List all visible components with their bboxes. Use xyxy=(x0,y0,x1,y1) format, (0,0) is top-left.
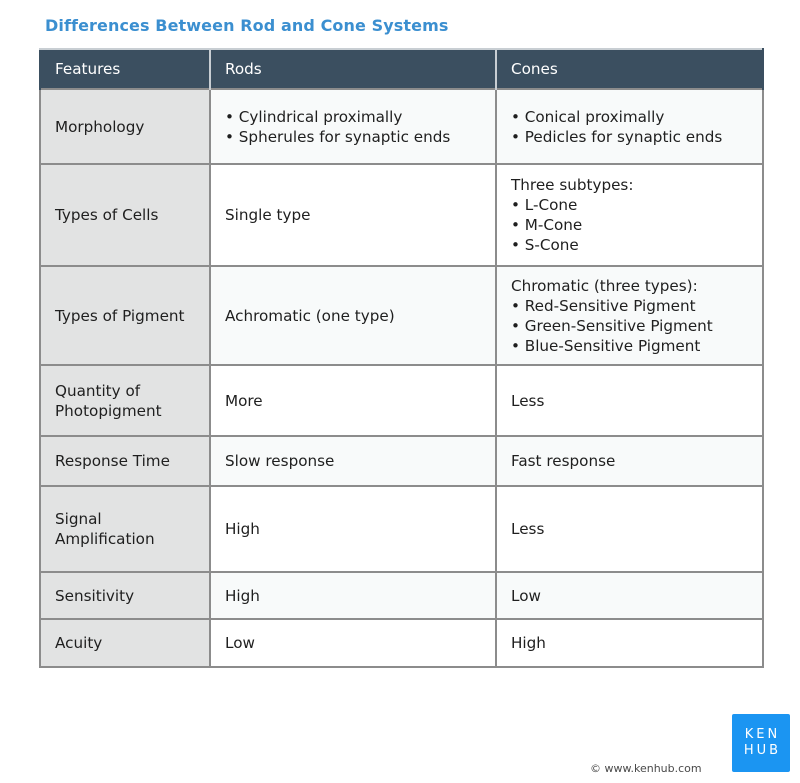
table-row: Types of Cells Single type Three subtypes:… xyxy=(39,163,764,267)
cell-text-line: Photopigment xyxy=(55,401,162,420)
rods-cell: High xyxy=(209,571,497,620)
cell-text-line: Fast response xyxy=(511,452,616,470)
table-row: Quantity of Photopigment More Less xyxy=(39,364,764,437)
cell-text-line: • Conical proximally xyxy=(511,107,665,126)
cones-cell: • Conical proximally • Pedicles for synap… xyxy=(495,88,764,165)
feature-cell: Response Time xyxy=(39,435,211,487)
table-row: Acuity Low High xyxy=(39,618,764,668)
cell-text-line: • Blue-Sensitive Pigment xyxy=(511,336,701,355)
cones-cell: Less xyxy=(495,364,764,437)
cell-text-line: • Spherules for synaptic ends xyxy=(225,127,451,146)
rods-cell: More xyxy=(209,364,497,437)
cones-cell: Fast response xyxy=(495,435,764,487)
table-row: Morphology • Cylindrical proximally • Sphe… xyxy=(39,88,764,165)
feature-cell: Signal Amplification xyxy=(39,485,211,573)
cones-cell: Three subtypes: • L-Cone • M-Cone • S-Cone xyxy=(495,163,764,267)
cell-text-line: • M-Cone xyxy=(511,216,583,234)
rods-cell: Low xyxy=(209,618,497,668)
cell-text-line: Response Time xyxy=(55,452,170,470)
cell-text-line: • Cylindrical proximally xyxy=(225,107,403,126)
cell-text-line: • Red-Sensitive Pigment xyxy=(511,296,696,315)
cell-text-line: Acuity xyxy=(55,634,103,652)
table-row: Signal Amplification High Less xyxy=(39,485,764,573)
kenhub-logo: KEN HUB xyxy=(732,714,790,772)
cell-text-line: High xyxy=(511,634,546,652)
feature-cell: Quantity of Photopigment xyxy=(39,364,211,437)
cell-text-line: More xyxy=(225,391,263,410)
cell-text-line: • Green-Sensitive Pigment xyxy=(511,316,713,335)
rods-cell: Single type xyxy=(209,163,497,267)
table-body: Morphology • Cylindrical proximally • Sphe… xyxy=(39,88,764,668)
cell-text-line: Sensitivity xyxy=(55,586,135,605)
rods-cell: Slow response xyxy=(209,435,497,487)
comparison-table: Features Rods Cones Morphology • Cylindri… xyxy=(39,48,764,668)
cell-text-line: Low xyxy=(511,586,541,605)
copyright-text: © www.kenhub.com xyxy=(590,762,702,775)
rods-cell: • Cylindrical proximally • Spherules for … xyxy=(209,88,497,165)
table-header-row: Features Rods Cones xyxy=(39,48,764,89)
cell-text-line: Single type xyxy=(225,206,311,224)
cones-cell: High xyxy=(495,618,764,668)
cell-text-line: Less xyxy=(511,520,545,538)
cell-text-line: High xyxy=(225,586,260,605)
feature-cell: Types of Cells xyxy=(39,163,211,267)
cell-text-line: High xyxy=(225,520,260,538)
rods-cell: High xyxy=(209,485,497,573)
header-cones: Cones xyxy=(495,48,764,89)
cones-cell: Less xyxy=(495,485,764,573)
cones-cell: Chromatic (three types): • Red-Sensitive … xyxy=(495,265,764,366)
table-row: Response Time Slow response Fast response xyxy=(39,435,764,487)
feature-cell: Acuity xyxy=(39,618,211,668)
cell-text-line: Morphology xyxy=(55,117,145,136)
cell-text-line: Slow response xyxy=(225,452,335,470)
table-row: Types of Pigment Achromatic (one type) Chr… xyxy=(39,265,764,366)
table-row: Sensitivity High Low xyxy=(39,571,764,620)
cell-text-line: • S-Cone xyxy=(511,236,579,254)
cell-text-line: Types of Cells xyxy=(55,206,159,224)
cell-text-line: Types of Pigment xyxy=(55,306,185,325)
cell-text-line: Quantity of xyxy=(55,381,141,400)
cell-text-line: • L-Cone xyxy=(511,196,578,214)
cell-text-line: Low xyxy=(225,634,255,652)
header-features: Features xyxy=(39,48,211,89)
cones-cell: Low xyxy=(495,571,764,620)
feature-cell: Sensitivity xyxy=(39,571,211,620)
cell-text-line: Amplification xyxy=(55,530,155,548)
cell-text-line: Chromatic (three types): xyxy=(511,276,698,295)
cell-text-line: Less xyxy=(511,391,545,410)
cell-text-line: Signal xyxy=(55,510,102,528)
header-rods: Rods xyxy=(209,48,497,89)
logo-text-line2: HUB xyxy=(743,743,782,758)
feature-cell: Types of Pigment xyxy=(39,265,211,366)
rods-cell: Achromatic (one type) xyxy=(209,265,497,366)
cell-text-line: Three subtypes: xyxy=(511,176,634,194)
page-title: Differences Between Rod and Cone Systems xyxy=(45,16,449,35)
logo-text-line1: KEN xyxy=(744,727,781,742)
feature-cell: Morphology xyxy=(39,88,211,165)
cell-text-line: • Pedicles for synaptic ends xyxy=(511,127,723,146)
cell-text-line: Achromatic (one type) xyxy=(225,306,395,325)
